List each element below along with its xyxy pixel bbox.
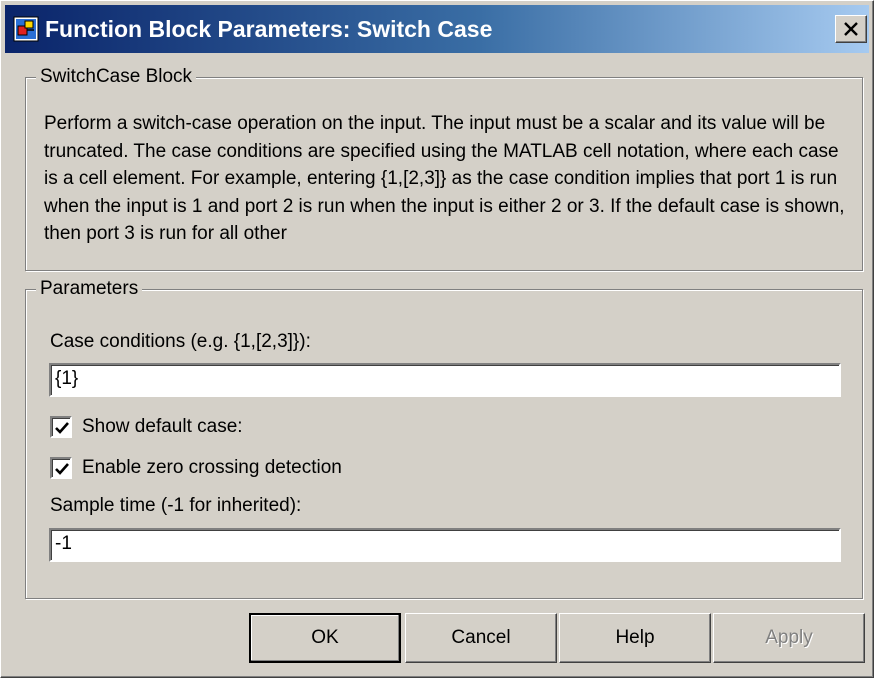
check-icon: [55, 463, 69, 475]
block-description: Perform a switch-case operation on the i…: [44, 113, 845, 244]
simulink-block-icon: [13, 16, 39, 42]
parameters-legend: Parameters: [36, 277, 143, 301]
ok-button[interactable]: OK: [249, 613, 401, 663]
show-default-case-checkbox[interactable]: [50, 416, 72, 438]
sample-time-label: Sample time (-1 for inherited):: [50, 495, 302, 516]
block-description-group: SwitchCase Block Perform a switch-case o…: [25, 65, 863, 271]
parameters-group: Parameters Case conditions (e.g. {1,[2,3…: [25, 277, 863, 599]
show-default-case-label: Show default case:: [82, 416, 243, 437]
check-icon: [55, 422, 69, 434]
dialog-window: Function Block Parameters: Switch Case S…: [0, 0, 874, 678]
zero-crossing-checkbox[interactable]: [50, 457, 72, 479]
sample-time-input[interactable]: -1: [49, 528, 841, 562]
close-button[interactable]: [835, 15, 867, 43]
close-icon: [844, 22, 858, 36]
help-button[interactable]: Help: [559, 613, 711, 663]
window-title: Function Block Parameters: Switch Case: [45, 16, 493, 42]
zero-crossing-label: Enable zero crossing detection: [82, 457, 342, 478]
case-conditions-input[interactable]: {1}: [49, 363, 841, 397]
title-bar[interactable]: Function Block Parameters: Switch Case: [5, 5, 869, 53]
cancel-button[interactable]: Cancel: [405, 613, 557, 663]
apply-button[interactable]: Apply: [713, 613, 865, 663]
case-conditions-label: Case conditions (e.g. {1,[2,3]}):: [50, 331, 311, 352]
block-group-legend: SwitchCase Block: [36, 65, 197, 89]
